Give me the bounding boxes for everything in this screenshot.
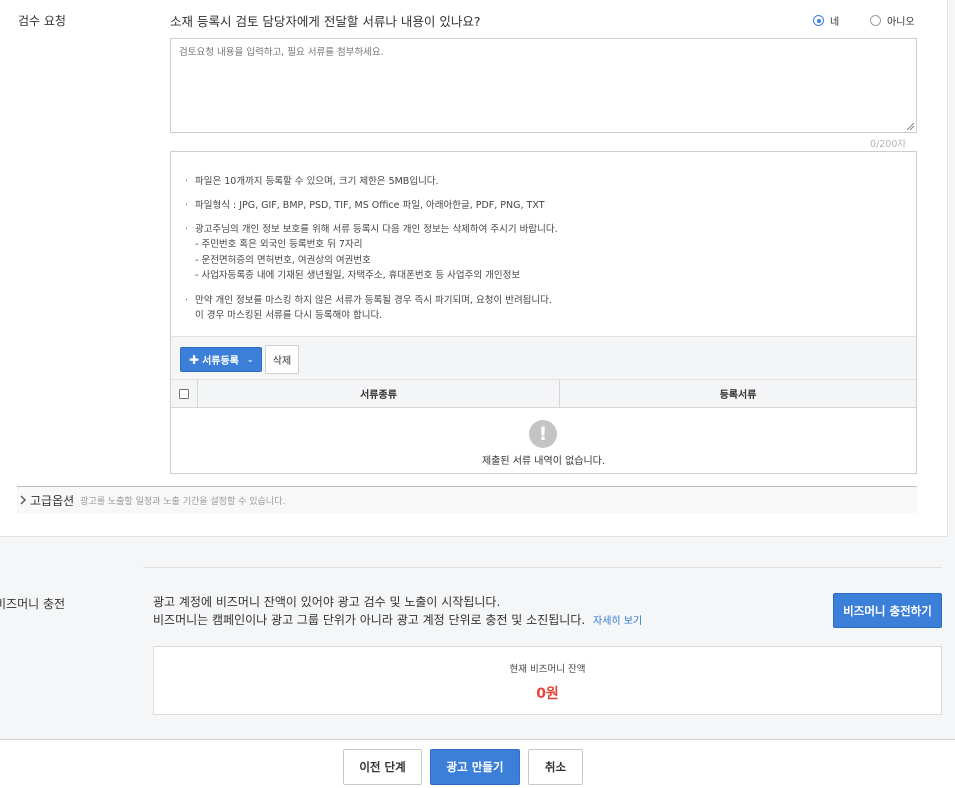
notice-subline: - 사업자등록증 내에 기재된 생년월일, 자택주소, 휴대폰번호 등 사업주의… (195, 270, 521, 281)
notice-subline: - 주민번호 혹은 외국인 등록번호 뒤 7자리 (195, 239, 363, 250)
document-upload-box: 파일은 10개까지 등록할 수 있으며, 크기 제한은 5MB입니다. 파일형식… (170, 151, 917, 474)
char-counter: 0/200자 (870, 139, 907, 150)
bizmoney-section: 비즈머니 충전 광고 계정에 비즈머니 잔액이 있어야 광고 검수 및 노출이 … (0, 567, 955, 739)
plus-icon: ✚ (189, 352, 200, 367)
cancel-button[interactable]: 취소 (528, 749, 583, 785)
radio-no-indicator[interactable] (870, 15, 881, 26)
advanced-options-description: 광고를 노출할 일정과 노출 기간을 설정할 수 있습니다. (80, 496, 286, 507)
balance-label: 현재 비즈머니 잔액 (509, 664, 586, 675)
select-all-cell (171, 380, 198, 407)
chevron-down-icon: ⌄ (246, 355, 254, 364)
notice-item: 파일은 10개까지 등록할 수 있으며, 크기 제한은 5MB입니다. (185, 174, 905, 189)
radio-no[interactable]: 아니오 (870, 13, 915, 28)
column-header-doc-type: 서류종류 (198, 380, 560, 407)
radio-yes-label: 네 (830, 17, 840, 28)
notice-item: 광고주님의 개인 정보 보호를 위해 서류 등록시 다음 개인 정보는 삭제하여… (185, 222, 905, 284)
notice-line: 파일형식 : JPG, GIF, BMP, PSD, TIF, MS Offic… (195, 200, 545, 211)
empty-state: ! 제출된 서류 내역이 없습니다. (171, 410, 916, 473)
advanced-options-title: 고급옵션 (30, 493, 75, 508)
advanced-options-toggle[interactable]: 고급옵션 광고를 노출할 일정과 노출 기간을 설정할 수 있습니다. (17, 486, 917, 513)
notice-line: 광고주님의 개인 정보 보호를 위해 서류 등록시 다음 개인 정보는 삭제하여… (195, 224, 558, 235)
radio-yes-indicator[interactable] (813, 15, 824, 26)
radio-no-label: 아니오 (887, 17, 915, 28)
detail-link[interactable]: 자세히 보기 (593, 616, 642, 627)
notice-line: 파일은 10개까지 등록할 수 있으며, 크기 제한은 5MB입니다. (195, 176, 439, 187)
bizmoney-desc-line: 비즈머니는 캠페인이나 광고 그룹 단위가 아니라 광고 계정 단위로 충전 및… (153, 611, 642, 631)
column-header-registered-doc: 등록서류 (719, 390, 757, 401)
section-label-review: 검수 요청 (18, 14, 66, 28)
balance-box: 현재 비즈머니 잔액 0원 (153, 646, 942, 715)
bizmoney-desc-line: 광고 계정에 비즈머니 잔액이 있어야 광고 검수 및 노출이 시작됩니다. (153, 595, 501, 609)
bizmoney-desc-text: 비즈머니는 캠페인이나 광고 그룹 단위가 아니라 광고 계정 단위로 충전 및… (153, 613, 586, 627)
balance-value: 0원 (536, 686, 559, 702)
notice-item: 만약 개인 정보를 마스킹 하지 않은 서류가 등록될 경우 즉시 파기되며, … (185, 293, 905, 324)
notice-subline: 이 경우 마스킹된 서류를 다시 등록해야 합니다. (195, 309, 383, 321)
section-label-bizmoney: 비즈머니 충전 (0, 597, 66, 611)
divider (143, 567, 942, 568)
create-ad-button[interactable]: 광고 만들기 (430, 749, 520, 785)
notice-subline: - 운전면허증의 면허번호, 여권상의 여권번호 (195, 254, 371, 266)
warning-icon: ! (529, 420, 557, 448)
document-table-header: 서류종류 등록서류 (171, 380, 916, 408)
radio-yes[interactable]: 네 (813, 13, 839, 28)
prev-step-button[interactable]: 이전 단계 (343, 749, 422, 785)
bizmoney-description: 광고 계정에 비즈머니 잔액이 있어야 광고 검수 및 노출이 시작됩니다. 비… (153, 593, 642, 631)
charge-bizmoney-button[interactable]: 비즈머니 충전하기 (833, 593, 942, 628)
notice-line: 만약 개인 정보를 마스킹 하지 않은 서류가 등록될 경우 즉시 파기되며, … (195, 294, 552, 306)
empty-message: 제출된 서류 내역이 없습니다. (481, 456, 606, 467)
notice-item: 파일형식 : JPG, GIF, BMP, PSD, TIF, MS Offic… (185, 198, 905, 213)
chevron-right-icon (20, 495, 26, 505)
register-document-label: 서류등록 (202, 356, 239, 367)
review-question: 소재 등록시 검토 담당자에게 전달할 서류나 내용이 있나요? (170, 14, 481, 29)
resize-handle-icon[interactable] (905, 121, 915, 131)
upload-notice: 파일은 10개까지 등록할 수 있으며, 크기 제한은 5MB입니다. 파일형식… (185, 174, 905, 332)
footer-action-bar: 이전 단계 광고 만들기 취소 (0, 739, 955, 788)
upload-toolbar: ✚ 서류등록 ⌄ 삭제 (171, 336, 916, 380)
select-all-checkbox[interactable] (179, 388, 189, 399)
register-document-button[interactable]: ✚ 서류등록 ⌄ (180, 347, 262, 372)
delete-button[interactable]: 삭제 (265, 345, 299, 374)
review-request-card: 검수 요청 소재 등록시 검토 담당자에게 전달할 서류나 내용이 있나요? 네… (0, 0, 948, 537)
review-request-textarea[interactable] (170, 38, 917, 133)
